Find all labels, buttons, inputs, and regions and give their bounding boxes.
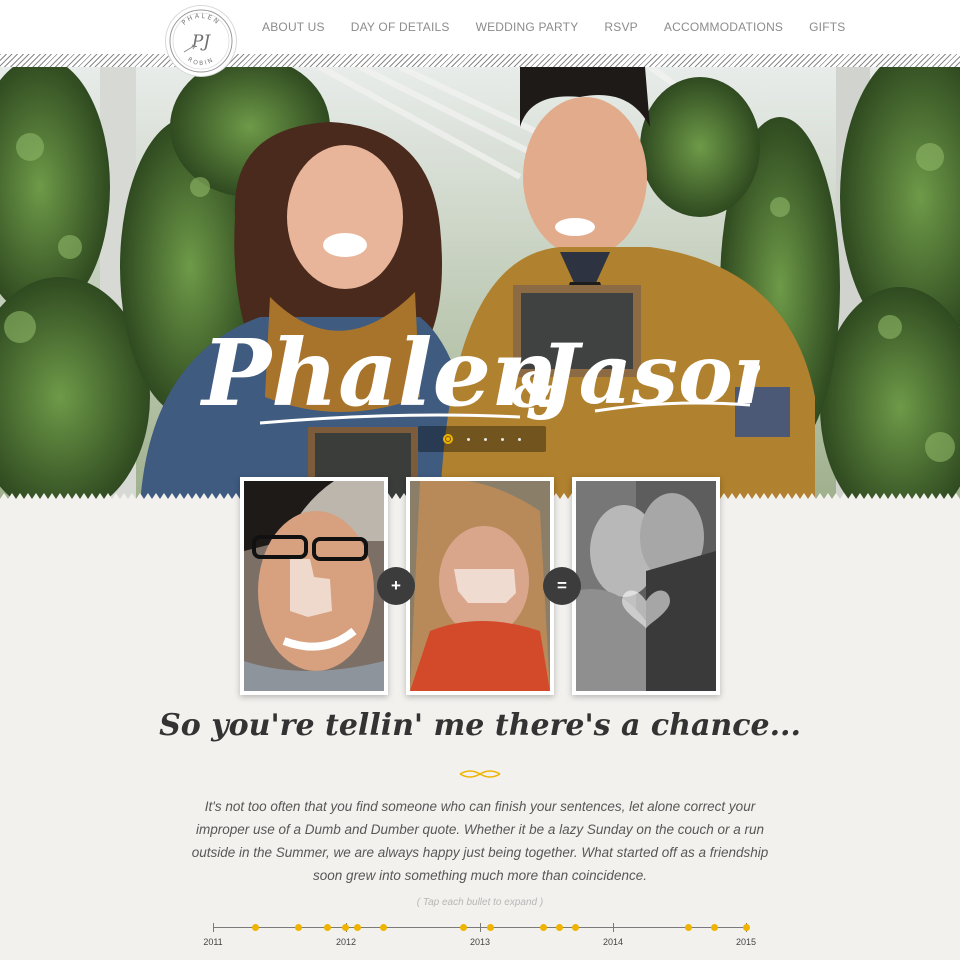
nav-accommodations[interactable]: ACCOMMODATIONS [664,20,783,36]
timeline-bullet[interactable] [380,924,387,931]
photo-phalen [406,477,554,695]
timeline-bullet[interactable] [324,924,331,931]
slide-dot-4[interactable] [501,437,504,441]
nav-about-us[interactable]: ABOUT US [262,20,325,36]
timeline-hint: ( Tap each bullet to expand ) [416,897,544,908]
timeline-bullet[interactable] [342,924,349,931]
photo-jason [240,477,388,695]
story-title: So you're tellin' me there's a chance... [159,708,801,743]
timeline-bullet[interactable] [685,924,692,931]
logo-bottom-text: ROBIN [186,56,213,67]
timeline-tick [213,923,214,932]
hero-name-left: Phalen [200,319,558,427]
story-body: It's not too often that you find someone… [191,799,769,883]
svg-text:ROBIN: ROBIN [186,56,215,67]
timeline-year-2015: 2015 [735,937,757,947]
main-menu: ABOUT US DAY OF DETAILS WEDDING PARTY RS… [262,20,871,36]
logo-monogram: PJ [191,32,211,52]
slide-dot-3[interactable] [484,437,487,441]
timeline-bullet[interactable] [711,924,718,931]
flourish-ornament-icon [459,770,501,778]
timeline-bullet[interactable] [572,924,579,931]
timeline-bullet[interactable] [540,924,547,931]
slide-dot-1[interactable] [443,434,453,444]
equals-symbol: = [543,567,581,605]
slide-dot-2[interactable] [467,437,470,441]
timeline-bullet[interactable] [743,924,750,931]
timeline-bullet[interactable] [354,924,361,931]
top-navigation: ABOUT US DAY OF DETAILS WEDDING PARTY RS… [0,0,960,54]
timeline-tick [613,923,614,932]
nav-wedding-party[interactable]: WEDDING PARTY [476,20,579,36]
site-logo[interactable]: PHALEN ROBIN PJ [166,6,236,76]
timeline-year-2012: 2012 [335,937,357,947]
photo-couple [572,477,720,695]
timeline-year-2013: 2013 [469,937,491,947]
slider-pagination [418,426,546,452]
story-timeline: 2011 2012 2013 2014 2015 [200,915,760,955]
nav-day-of-details[interactable]: DAY OF DETAILS [351,20,450,36]
timeline-year-2014: 2014 [602,937,624,947]
hero-slider: Phalen & Jason [0,67,960,505]
slide-dot-5[interactable] [518,437,521,441]
hero-couple-names: Phalen & Jason [200,295,760,445]
nav-stripe-divider [0,54,960,67]
timeline-bullet[interactable] [295,924,302,931]
timeline-year-2011: 2011 [203,937,223,947]
timeline-bullet[interactable] [487,924,494,931]
nav-rsvp[interactable]: RSVP [604,20,637,36]
nav-gifts[interactable]: GIFTS [809,20,845,36]
hero-name-right: Jason [527,327,760,423]
timeline-bullet[interactable] [252,924,259,931]
plus-symbol: + [377,567,415,605]
timeline-bullet[interactable] [556,924,563,931]
timeline-tick [480,923,481,932]
timeline-bullet[interactable] [460,924,467,931]
